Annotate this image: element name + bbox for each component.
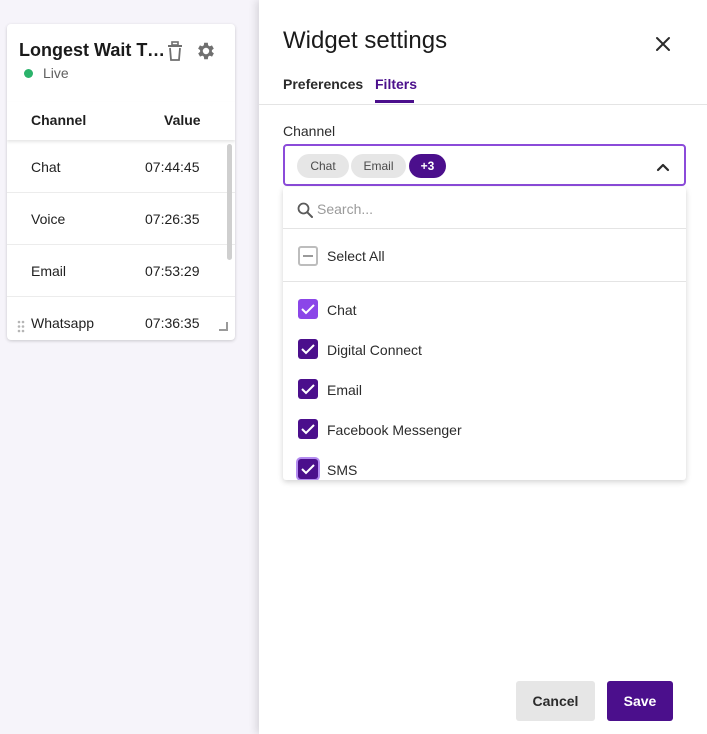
channel-dropdown: Select All Chat Digital Connect Email Fa	[283, 187, 686, 480]
tab-preferences[interactable]: Preferences	[283, 76, 363, 104]
chevron-up-icon[interactable]	[656, 159, 670, 172]
save-button[interactable]: Save	[607, 681, 673, 721]
row-channel: Whatsapp	[31, 315, 95, 331]
resize-handle-icon[interactable]	[219, 322, 228, 331]
row-value: 07:26:35	[145, 211, 200, 227]
widget-card: Longest Wait Ti... Live Channel Value Ch…	[7, 24, 235, 340]
table-row: Voice 07:26:35	[7, 193, 235, 245]
table-row: Chat 07:44:45	[7, 141, 235, 193]
trash-icon[interactable]	[165, 40, 185, 62]
channel-multiselect[interactable]: Chat Email +3	[283, 144, 686, 186]
option-email[interactable]: Email	[283, 369, 686, 409]
option-label: Digital Connect	[327, 342, 422, 358]
option-label: SMS	[327, 462, 358, 478]
gear-icon[interactable]	[195, 40, 217, 62]
select-all-label: Select All	[327, 248, 385, 264]
checkbox-sms[interactable]	[298, 459, 318, 479]
row-channel: Chat	[31, 159, 61, 175]
active-tab-indicator	[375, 100, 414, 103]
select-all-option[interactable]: Select All	[283, 230, 686, 282]
row-value: 07:36:35	[145, 315, 200, 331]
row-value: 07:44:45	[145, 159, 200, 175]
checkbox-digital-connect[interactable]	[298, 339, 318, 359]
live-label: Live	[43, 65, 69, 81]
checkbox-facebook-messenger[interactable]	[298, 419, 318, 439]
tab-bar: Preferences Filters	[259, 76, 707, 105]
table-row: Whatsapp 07:36:35	[7, 297, 235, 340]
drag-handle-icon[interactable]	[17, 320, 25, 333]
checkbox-email[interactable]	[298, 379, 318, 399]
option-label: Chat	[327, 302, 357, 318]
widget-settings-panel: Widget settings Preferences Filters Chan…	[259, 0, 707, 734]
table-header: Channel Value	[7, 102, 235, 140]
option-facebook-messenger[interactable]: Facebook Messenger	[283, 409, 686, 449]
panel-title: Widget settings	[283, 27, 448, 54]
option-label: Email	[327, 382, 363, 398]
column-header-channel: Channel	[31, 112, 87, 128]
search-input[interactable]	[317, 197, 657, 221]
row-value: 07:53:29	[145, 263, 200, 279]
select-all-checkbox[interactable]	[298, 246, 318, 266]
table-row: Email 07:53:29	[7, 245, 235, 297]
column-header-value: Value	[164, 112, 201, 128]
chip-chat[interactable]: Chat	[297, 154, 349, 178]
close-icon[interactable]	[655, 36, 671, 52]
live-dot	[24, 68, 33, 78]
cancel-button[interactable]: Cancel	[516, 681, 595, 721]
table-body: Chat 07:44:45 Voice 07:26:35 Email 07:53…	[7, 141, 235, 340]
option-chat[interactable]: Chat	[283, 289, 686, 329]
chip-email[interactable]: Email	[351, 154, 406, 178]
option-sms[interactable]: SMS	[283, 449, 686, 480]
table-scrollbar[interactable]	[227, 144, 232, 260]
option-label: Facebook Messenger	[327, 422, 462, 438]
live-status: Live	[24, 65, 69, 81]
search-icon	[297, 202, 313, 218]
row-channel: Voice	[31, 211, 66, 227]
checkbox-chat[interactable]	[298, 299, 318, 319]
row-channel: Email	[31, 263, 67, 279]
widget-title: Longest Wait Ti...	[19, 40, 165, 60]
option-digital-connect[interactable]: Digital Connect	[283, 329, 686, 369]
dropdown-search	[283, 187, 686, 229]
chip-more-count[interactable]: +3	[409, 154, 446, 178]
channel-label: Channel	[283, 123, 336, 139]
